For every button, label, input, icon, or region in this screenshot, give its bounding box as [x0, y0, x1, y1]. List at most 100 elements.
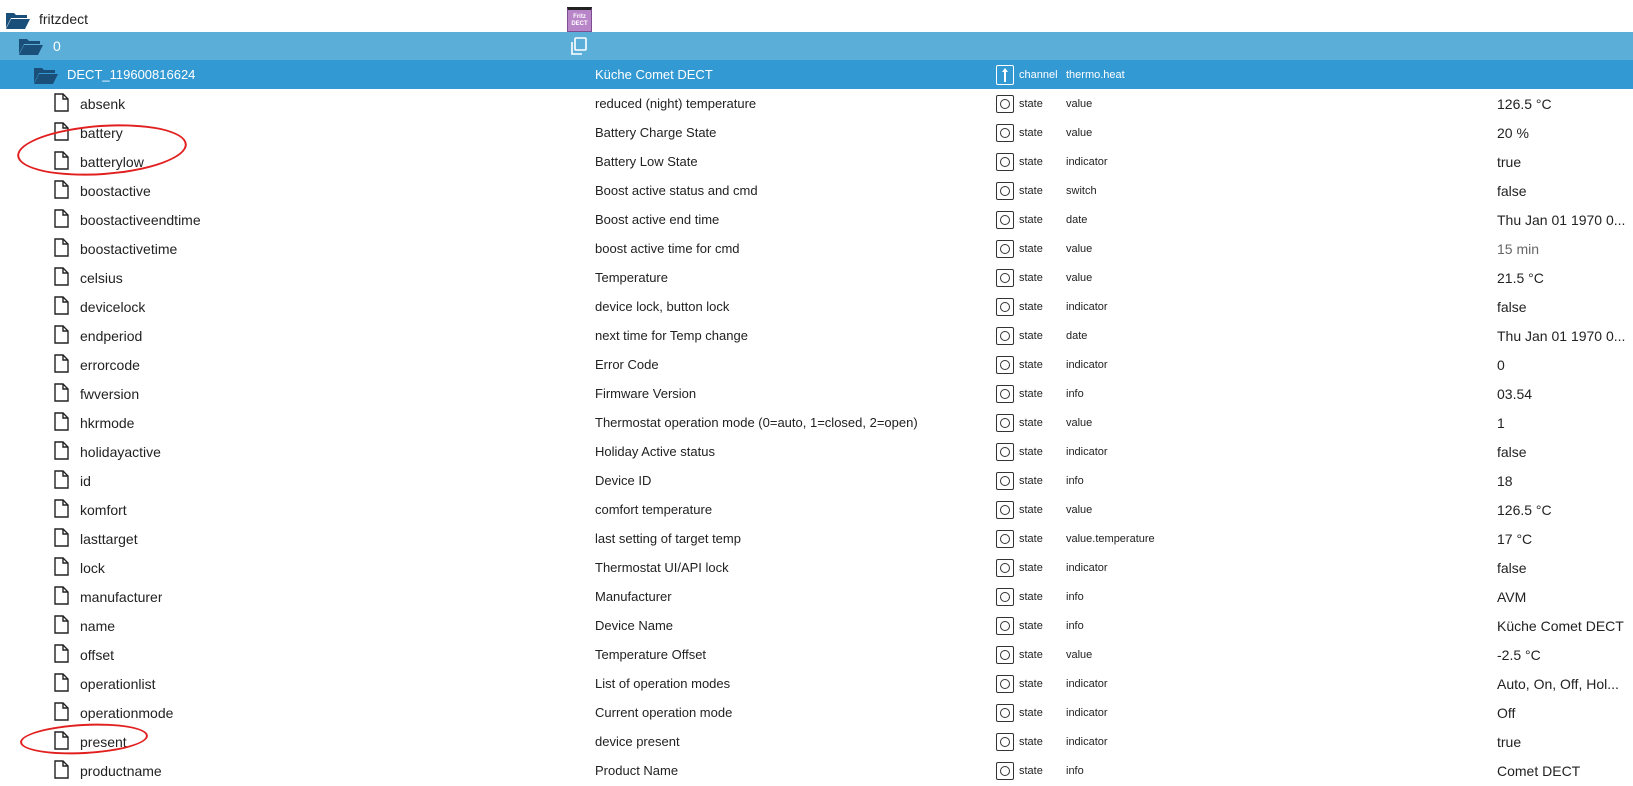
state-type-icon-cell — [995, 147, 1015, 176]
state-role: info — [1066, 619, 1084, 632]
file-icon — [54, 644, 69, 663]
copy-icon[interactable] — [570, 37, 588, 55]
tree-row-instance[interactable]: 0 — [0, 32, 1633, 60]
state-row[interactable]: celsius Temperature state value 21.5 °C — [0, 263, 1633, 292]
channel-role: thermo.heat — [1066, 68, 1125, 81]
state-value[interactable]: true — [1497, 727, 1633, 756]
state-value[interactable]: 126.5 °C — [1497, 89, 1633, 118]
state-type: state — [1019, 706, 1043, 719]
state-id: boostactiveendtime — [80, 211, 201, 228]
state-row[interactable]: present device present state indicator true — [0, 727, 1633, 756]
state-name: Battery Charge State — [595, 125, 717, 140]
state-type: state — [1019, 590, 1043, 603]
state-value[interactable]: AVM — [1497, 582, 1633, 611]
state-value[interactable]: 126.5 °C — [1497, 495, 1633, 524]
state-value[interactable]: 17 °C — [1497, 524, 1633, 553]
file-icon — [54, 731, 69, 750]
state-value[interactable]: Küche Comet DECT — [1497, 611, 1633, 640]
state-role: value — [1066, 126, 1093, 139]
state-value[interactable]: false — [1497, 553, 1633, 582]
state-type-icon-cell — [995, 234, 1015, 263]
folder-open-icon[interactable] — [5, 10, 31, 30]
state-value[interactable]: Thu Jan 01 1970 0... — [1497, 205, 1633, 234]
state-name: Firmware Version — [595, 386, 697, 401]
state-row[interactable]: boostactiveendtime Boost active end time s… — [0, 205, 1633, 234]
state-row[interactable]: holidayactive Holiday Active status state i… — [0, 437, 1633, 466]
state-row[interactable]: hkrmode Thermostat operation mode (0=auto… — [0, 408, 1633, 437]
state-row[interactable]: id Device ID state info 18 — [0, 466, 1633, 495]
state-type-icon-cell — [995, 321, 1015, 350]
state-role: value — [1066, 503, 1093, 516]
adapter-logo-line1: Fritz — [573, 13, 586, 20]
state-icon — [996, 297, 1014, 316]
state-id: endperiod — [80, 327, 143, 344]
state-value[interactable]: -2.5 °C — [1497, 640, 1633, 669]
state-row[interactable]: boostactivetime boost active time for cmd… — [0, 234, 1633, 263]
state-role: value — [1066, 271, 1093, 284]
state-value[interactable]: 0 — [1497, 350, 1633, 379]
state-icon — [996, 761, 1014, 780]
folder-open-icon[interactable] — [33, 65, 59, 85]
state-role: info — [1066, 387, 1084, 400]
state-value[interactable]: false — [1497, 292, 1633, 321]
state-value[interactable]: Off — [1497, 698, 1633, 727]
state-value[interactable]: Comet DECT — [1497, 756, 1633, 785]
state-name: Boost active status and cmd — [595, 183, 758, 198]
state-row[interactable]: batterylow Battery Low State state indicato… — [0, 147, 1633, 176]
state-type: state — [1019, 503, 1043, 516]
state-row[interactable]: lasttarget last setting of target temp sta… — [0, 524, 1633, 553]
tree-row-root[interactable]: fritzdect Fritz DECT — [0, 4, 1633, 34]
state-value[interactable]: 1 — [1497, 408, 1633, 437]
state-value[interactable]: Auto, On, Off, Hol... — [1497, 669, 1633, 698]
folder-open-icon[interactable] — [18, 36, 44, 56]
state-row[interactable]: endperiod next time for Temp change state d… — [0, 321, 1633, 350]
state-row[interactable]: lock Thermostat UI/API lock state indicator… — [0, 553, 1633, 582]
file-icon — [54, 586, 69, 605]
state-row[interactable]: operationlist List of operation modes stat… — [0, 669, 1633, 698]
state-type-icon-cell — [995, 89, 1015, 118]
state-row[interactable]: productname Product Name state info Comet DE… — [0, 756, 1633, 785]
file-icon — [54, 557, 69, 576]
state-row[interactable]: manufacturer Manufacturer state info AVM — [0, 582, 1633, 611]
state-name: Current operation mode — [595, 705, 733, 720]
state-value[interactable]: true — [1497, 147, 1633, 176]
state-row[interactable]: name Device Name state info Küche Comet DECT — [0, 611, 1633, 640]
channel-id: DECT_119600816624 — [67, 67, 196, 82]
state-type-icon-cell — [995, 350, 1015, 379]
state-row[interactable]: devicelock device lock, button lock state i… — [0, 292, 1633, 321]
state-icon — [996, 413, 1014, 432]
state-row[interactable]: fwversion Firmware Version state info 03.54 — [0, 379, 1633, 408]
state-icon — [996, 587, 1014, 606]
state-row[interactable]: boostactive Boost active status and cmd st… — [0, 176, 1633, 205]
root-name: fritzdect — [39, 11, 89, 27]
file-icon — [54, 325, 69, 344]
file-icon — [54, 180, 69, 199]
state-value[interactable]: 15 min — [1497, 234, 1633, 263]
state-value[interactable]: 20 % — [1497, 118, 1633, 147]
channel-icon — [996, 64, 1014, 85]
state-row[interactable]: komfort comfort temperature state value 126.… — [0, 495, 1633, 524]
state-row[interactable]: offset Temperature Offset state value -2.5 °… — [0, 640, 1633, 669]
state-row[interactable]: errorcode Error Code state indicator 0 — [0, 350, 1633, 379]
state-value[interactable]: 18 — [1497, 466, 1633, 495]
state-type: state — [1019, 764, 1043, 777]
state-type-icon-cell — [995, 582, 1015, 611]
state-value[interactable]: false — [1497, 176, 1633, 205]
state-role: indicator — [1066, 358, 1108, 371]
tree-row-channel[interactable]: DECT_119600816624 Küche Comet DECT chann… — [0, 60, 1633, 89]
state-id: fwversion — [80, 385, 140, 402]
file-icon — [54, 151, 69, 170]
state-row[interactable]: battery Battery Charge State state value 20 … — [0, 118, 1633, 147]
state-id: lasttarget — [80, 530, 138, 547]
state-id: celsius — [80, 269, 123, 286]
state-icon — [996, 703, 1014, 722]
state-value[interactable]: 21.5 °C — [1497, 263, 1633, 292]
state-value[interactable]: 03.54 — [1497, 379, 1633, 408]
state-value[interactable]: Thu Jan 01 1970 0... — [1497, 321, 1633, 350]
file-icon — [54, 499, 69, 518]
state-row[interactable]: operationmode Current operation mode state… — [0, 698, 1633, 727]
state-role: info — [1066, 590, 1084, 603]
state-role: date — [1066, 213, 1088, 226]
state-row[interactable]: absenk reduced (night) temperature state va… — [0, 89, 1633, 118]
state-value[interactable]: false — [1497, 437, 1633, 466]
